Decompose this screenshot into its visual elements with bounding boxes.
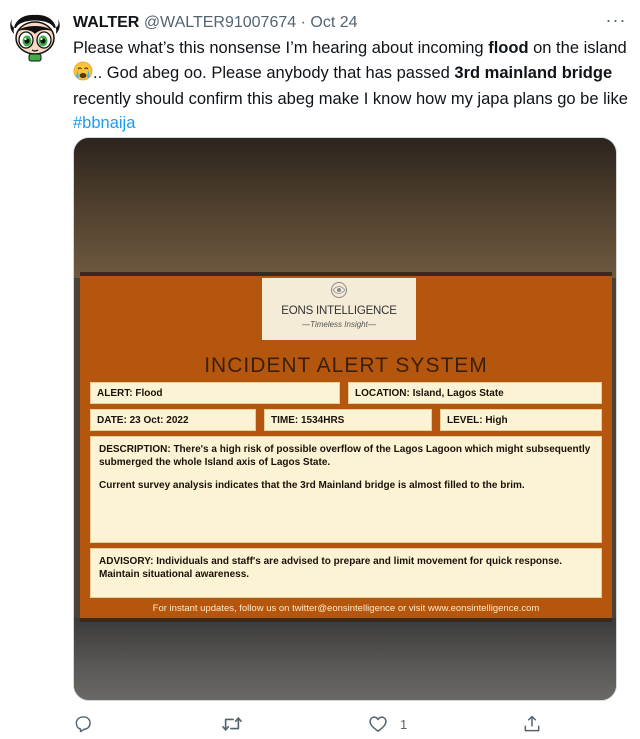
eons-logo: EONS INTELLIGENCE —Timeless Insight—	[262, 278, 416, 340]
tweet-text-part: on the island	[528, 39, 627, 57]
more-icon: ···	[605, 10, 627, 30]
date-field: DATE: 23 Oct: 2022	[90, 409, 256, 431]
crying-face-emoji-icon	[73, 61, 93, 89]
description-text: DESCRIPTION: There's a high risk of poss…	[99, 444, 591, 468]
alert-field: ALERT: Flood	[90, 382, 340, 404]
tweet-text-part: recently should confirm this abeg make I…	[73, 90, 628, 108]
author-name[interactable]: WALTER	[73, 14, 139, 31]
tweet-text-part: .. God abeg oo. Please anybody that has …	[93, 63, 455, 82]
retweet-icon	[221, 717, 243, 731]
tweet-date[interactable]: Oct 24	[310, 14, 357, 31]
level-field: LEVEL: High	[440, 409, 602, 431]
heart-icon	[369, 716, 387, 732]
like-button[interactable]: 1	[368, 712, 407, 736]
location-field: LOCATION: Island, Lagos State	[348, 382, 602, 404]
poster-title: INCIDENT ALERT SYSTEM	[204, 354, 488, 377]
tweet-text-bold-flood: flood	[488, 39, 529, 57]
tweet-text: Please what’s this nonsense I’m hearing …	[73, 37, 633, 135]
more-options-button[interactable]: ···	[604, 10, 628, 30]
hashtag-link[interactable]: #bbnaija	[73, 114, 135, 132]
retweet-button[interactable]	[221, 712, 243, 736]
share-icon	[524, 715, 540, 732]
survey-text: Current survey analysis indicates that t…	[99, 480, 525, 491]
share-button[interactable]	[522, 712, 542, 736]
tweet-media-image[interactable]: EONS INTELLIGENCE —Timeless Insight— INC…	[73, 137, 617, 701]
time-field: TIME: 1534HRS	[264, 409, 432, 431]
brand-name: EONS INTELLIGENCE	[281, 305, 397, 317]
avatar[interactable]	[8, 10, 62, 64]
tweet-actions: 1	[0, 712, 640, 739]
incident-alert-poster: EONS INTELLIGENCE —Timeless Insight— INC…	[80, 272, 612, 622]
description-box: DESCRIPTION: There's a high risk of poss…	[90, 436, 602, 543]
like-count: 1	[400, 716, 408, 732]
eons-logo-icon	[331, 282, 347, 298]
poster-footer-note: For instant updates, follow us on twitte…	[152, 603, 540, 614]
author-handle[interactable]: @WALTER91007674	[144, 14, 296, 31]
powerpuff-avatar-icon	[8, 10, 62, 64]
tweet-text-bold-bridge: 3rd mainland bridge	[454, 63, 613, 82]
separator-dot: ·	[300, 14, 306, 31]
brand-slogan: —Timeless Insight—	[302, 320, 376, 329]
tweet: WALTER @WALTER91007674 · Oct 24 ··· Plea…	[0, 0, 640, 739]
photo-background-bottom	[74, 618, 616, 700]
advisory-box: ADVISORY: Individuals and staff's are ad…	[90, 548, 602, 598]
reply-button[interactable]	[73, 712, 93, 736]
photo-background-top	[74, 138, 616, 278]
tweet-text-part: Please what’s this nonsense I’m hearing …	[73, 39, 489, 57]
tweet-header: WALTER @WALTER91007674 · Oct 24	[73, 12, 628, 34]
reply-icon	[75, 716, 91, 733]
